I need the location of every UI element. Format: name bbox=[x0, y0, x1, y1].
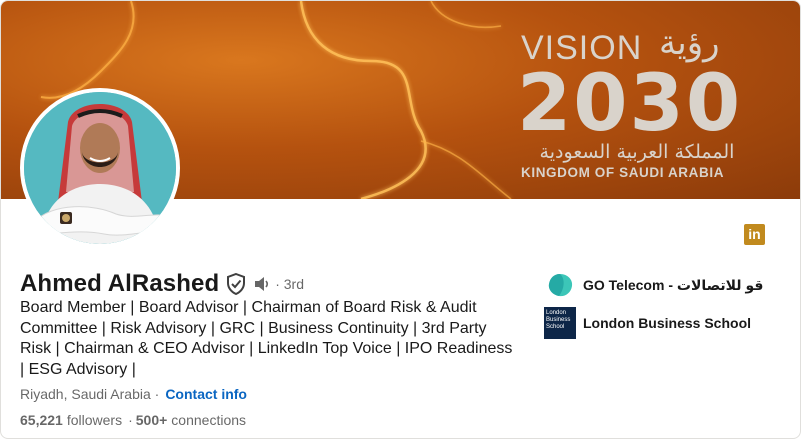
network-row: 65,221 followers · 500+ connections bbox=[20, 412, 246, 428]
vision-kingdom: KINGDOM OF SAUDI ARABIA bbox=[521, 165, 725, 180]
contact-info-link[interactable]: Contact info bbox=[165, 386, 247, 402]
followers-label: followers bbox=[66, 412, 123, 428]
speaker-icon[interactable] bbox=[252, 274, 272, 294]
profile-card: VISION رؤية 2030 المملكة العربية السعودي… bbox=[0, 0, 801, 439]
followers-count: 65,221 bbox=[20, 412, 63, 428]
profile-photo[interactable] bbox=[20, 88, 180, 248]
location-row: Riyadh, Saudi Arabia · Contact info bbox=[20, 386, 247, 402]
org-london-business-school[interactable]: London Business School London Business S… bbox=[544, 307, 751, 339]
vision-arabic: رؤية bbox=[659, 23, 720, 63]
vision-2030-logo: VISION رؤية 2030 المملكة العربية السعودي… bbox=[517, 21, 757, 186]
go-telecom-logo bbox=[544, 269, 576, 301]
avatar-illustration bbox=[24, 92, 176, 244]
org-name: London Business School bbox=[583, 315, 752, 331]
profile-name: Ahmed AlRashed bbox=[20, 270, 220, 297]
org-go-telecom[interactable]: GO Telecom - قو للاتصالات bbox=[544, 269, 763, 301]
connections-label[interactable]: connections bbox=[171, 412, 246, 428]
name-row: Ahmed AlRashed · 3rd bbox=[20, 269, 304, 299]
connection-degree: · 3rd bbox=[275, 276, 305, 292]
lbs-logo: London Business School bbox=[544, 307, 576, 339]
vision-arabic-kingdom: المملكة العربية السعودية bbox=[539, 141, 735, 163]
dot-separator: · bbox=[128, 412, 133, 428]
connections-count[interactable]: 500+ bbox=[136, 412, 168, 428]
org-name: GO Telecom - قو للاتصالات bbox=[583, 276, 764, 293]
vision-year: 2030 bbox=[517, 59, 743, 149]
verified-shield-icon[interactable] bbox=[226, 273, 246, 295]
profile-location: Riyadh, Saudi Arabia · bbox=[20, 386, 160, 402]
profile-headline: Board Member | Board Advisor | Chairman … bbox=[20, 299, 513, 378]
linkedin-icon[interactable]: in bbox=[744, 224, 765, 245]
